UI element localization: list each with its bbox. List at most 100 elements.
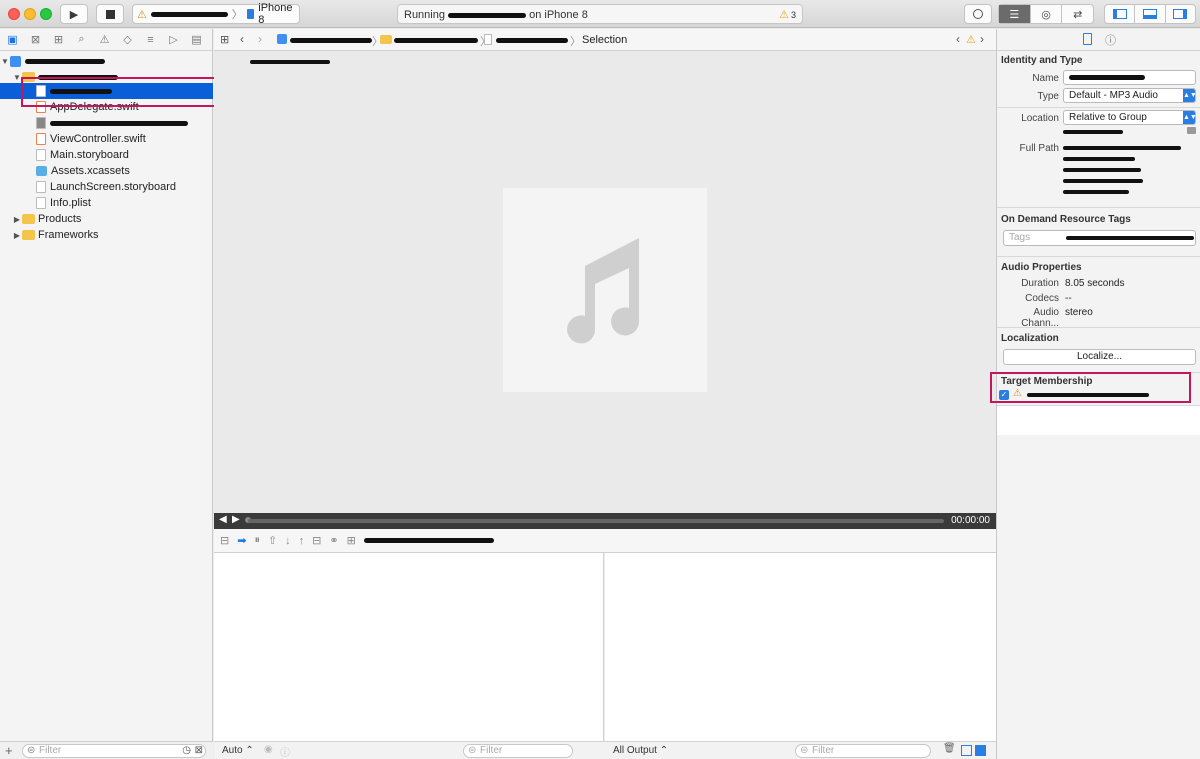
divider	[997, 327, 1200, 328]
warnings-indicator[interactable]: ⚠ 3	[779, 8, 796, 21]
all-output-selector[interactable]: All Output ⌃	[613, 745, 668, 756]
auto-selector[interactable]: Auto ⌃	[222, 745, 254, 756]
filter-placeholder: Filter	[812, 745, 835, 756]
localize-button[interactable]: Localize...	[1003, 349, 1196, 365]
zoom-window-button[interactable]	[40, 8, 52, 20]
speaker-icon[interactable]: ◀	[219, 514, 227, 525]
tree-row-redacted-file[interactable]	[0, 115, 213, 131]
toggle-debug-area-button[interactable]	[1135, 5, 1166, 23]
tree-row-launchscreen[interactable]: LaunchScreen.storyboard	[0, 179, 213, 195]
eye-icon[interactable]: ◉	[264, 744, 273, 755]
file-inspector-icon[interactable]	[1083, 33, 1092, 45]
playback-scrubber[interactable]	[248, 519, 944, 523]
next-issue-icon[interactable]: ›	[980, 32, 984, 46]
hide-debug-area-icon[interactable]: ⊟	[220, 534, 229, 547]
assistant-editor-button[interactable]: ◎	[1031, 5, 1063, 23]
tree-row-main-storyboard[interactable]: Main.storyboard	[0, 147, 213, 163]
play-icon: ▶	[69, 8, 79, 21]
file-label: Assets.xcassets	[51, 165, 130, 177]
run-button[interactable]: ▶	[60, 4, 88, 24]
annotation-highlight-target	[990, 372, 1191, 403]
minimize-window-button[interactable]	[24, 8, 36, 20]
scheme-selector[interactable]: ⚠ 〉 iPhone 8	[132, 2, 300, 26]
version-editor-button[interactable]: ⇄	[1062, 5, 1093, 23]
info-icon[interactable]: ⓘ	[280, 744, 290, 759]
tree-row-project[interactable]: ▼	[0, 53, 213, 69]
step-out-icon[interactable]: ↑	[299, 535, 305, 547]
stop-button[interactable]	[96, 4, 124, 24]
previous-issue-icon[interactable]: ‹	[956, 32, 960, 46]
quick-help-icon[interactable]: ⓘ	[1105, 32, 1116, 48]
toggle-inspector-button[interactable]	[1166, 5, 1195, 23]
variables-filter-bar: Auto ⌃ ◉ ⓘ ⊜ Filter	[214, 741, 605, 759]
disclosure-closed-icon[interactable]: ▶	[12, 231, 22, 240]
tree-row-products[interactable]: ▶ Products	[0, 211, 213, 227]
redacted-full-path	[1063, 146, 1181, 150]
standard-editor-button[interactable]: ☰	[999, 5, 1031, 23]
app-target-icon: ⚠	[137, 8, 147, 21]
disclosure-closed-icon[interactable]: ▶	[12, 215, 22, 224]
add-icon[interactable]: +	[5, 743, 13, 758]
issue-navigator-icon[interactable]: ⚠	[96, 33, 113, 46]
plist-file-icon	[36, 197, 46, 209]
console-view[interactable]	[605, 553, 996, 741]
toggle-navigator-button[interactable]	[1105, 5, 1136, 23]
split-left-icon[interactable]	[961, 745, 972, 756]
play-icon[interactable]: ▶	[232, 514, 240, 525]
breadcrumb-selection[interactable]: Selection	[582, 34, 627, 46]
report-navigator-icon[interactable]: ▤	[188, 33, 205, 46]
find-navigator-icon[interactable]: ⌕	[73, 33, 90, 46]
tree-row-frameworks[interactable]: ▶ Frameworks	[0, 227, 213, 243]
variables-view[interactable]	[214, 553, 604, 741]
disclosure-open-icon[interactable]: ▼	[0, 57, 10, 66]
file-label: Main.storyboard	[50, 149, 129, 161]
tree-row-infoplist[interactable]: Info.plist	[0, 195, 213, 211]
project-navigator-icon[interactable]: ▣	[4, 33, 21, 46]
debug-navigator-icon[interactable]: ≡	[142, 34, 159, 46]
assets-folder-icon	[36, 166, 47, 176]
filter-icon: ⊜	[800, 745, 809, 756]
test-navigator-icon[interactable]: ◇	[119, 33, 136, 46]
inspector-tabs: ⓘ	[997, 29, 1200, 51]
breakpoint-navigator-icon[interactable]: ▷	[165, 33, 182, 46]
breakpoints-toggle-icon[interactable]: ➡	[237, 534, 246, 547]
library-button[interactable]	[964, 4, 992, 24]
redacted-tag	[1066, 236, 1194, 240]
forward-icon[interactable]: ›	[258, 32, 262, 46]
tags-field[interactable]: Tags	[1003, 230, 1196, 246]
source-control-icon[interactable]: ⊠	[27, 33, 44, 46]
scm-filter-icon[interactable]: ⊠	[195, 745, 203, 757]
split-right-icon[interactable]	[975, 745, 986, 756]
console-filter-input[interactable]: ⊜ Filter	[795, 744, 931, 758]
folder-label: Frameworks	[38, 229, 99, 241]
memory-graph-icon[interactable]: ⚭	[329, 534, 338, 547]
back-icon[interactable]: ‹	[240, 32, 244, 46]
project-navigator: ▣ ⊠ ⊞ ⌕ ⚠ ◇ ≡ ▷ ▤ ▼ ▼ AppDelegate.swift …	[0, 29, 213, 759]
step-over-icon[interactable]: ⇧	[268, 534, 277, 547]
redacted-full-path	[1063, 190, 1129, 194]
step-into-icon[interactable]: ↓	[285, 535, 291, 547]
filter-icon: ⊜	[468, 745, 477, 756]
recent-files-icon[interactable]: ◷	[182, 745, 191, 757]
close-window-button[interactable]	[8, 8, 20, 20]
codecs-label: Codecs	[1025, 293, 1059, 304]
related-items-icon[interactable]: ⊞	[220, 33, 229, 46]
name-field[interactable]	[1063, 70, 1196, 85]
reveal-folder-icon[interactable]	[1187, 127, 1196, 134]
symbol-navigator-icon[interactable]: ⊞	[50, 33, 67, 46]
trash-icon[interactable]: 🗑	[943, 743, 956, 754]
tree-row-viewcontroller[interactable]: ViewController.swift	[0, 131, 213, 147]
variables-filter-input[interactable]: ⊜ Filter	[463, 744, 573, 758]
view-hierarchy-icon[interactable]: ⊟	[312, 534, 321, 547]
audio-properties-title: Audio Properties	[1001, 262, 1082, 273]
location-popup[interactable]: Relative to Group ▲▼	[1063, 110, 1197, 125]
navigator-filter-input[interactable]: ⊜ Filter ◷ ⊠	[22, 744, 206, 758]
type-popup[interactable]: Default - MP3 Audio ▲▼	[1063, 88, 1197, 103]
redacted-crumb	[290, 38, 372, 43]
activity-viewer: Running on iPhone 8 ⚠ 3	[397, 4, 803, 24]
pause-icon[interactable]: ⏸	[254, 534, 260, 547]
activity-status: Running	[404, 9, 445, 21]
tree-row-assets[interactable]: Assets.xcassets	[0, 163, 213, 179]
simulate-location-icon[interactable]: ⊞	[347, 534, 356, 547]
warning-icon[interactable]: ⚠	[966, 33, 976, 46]
